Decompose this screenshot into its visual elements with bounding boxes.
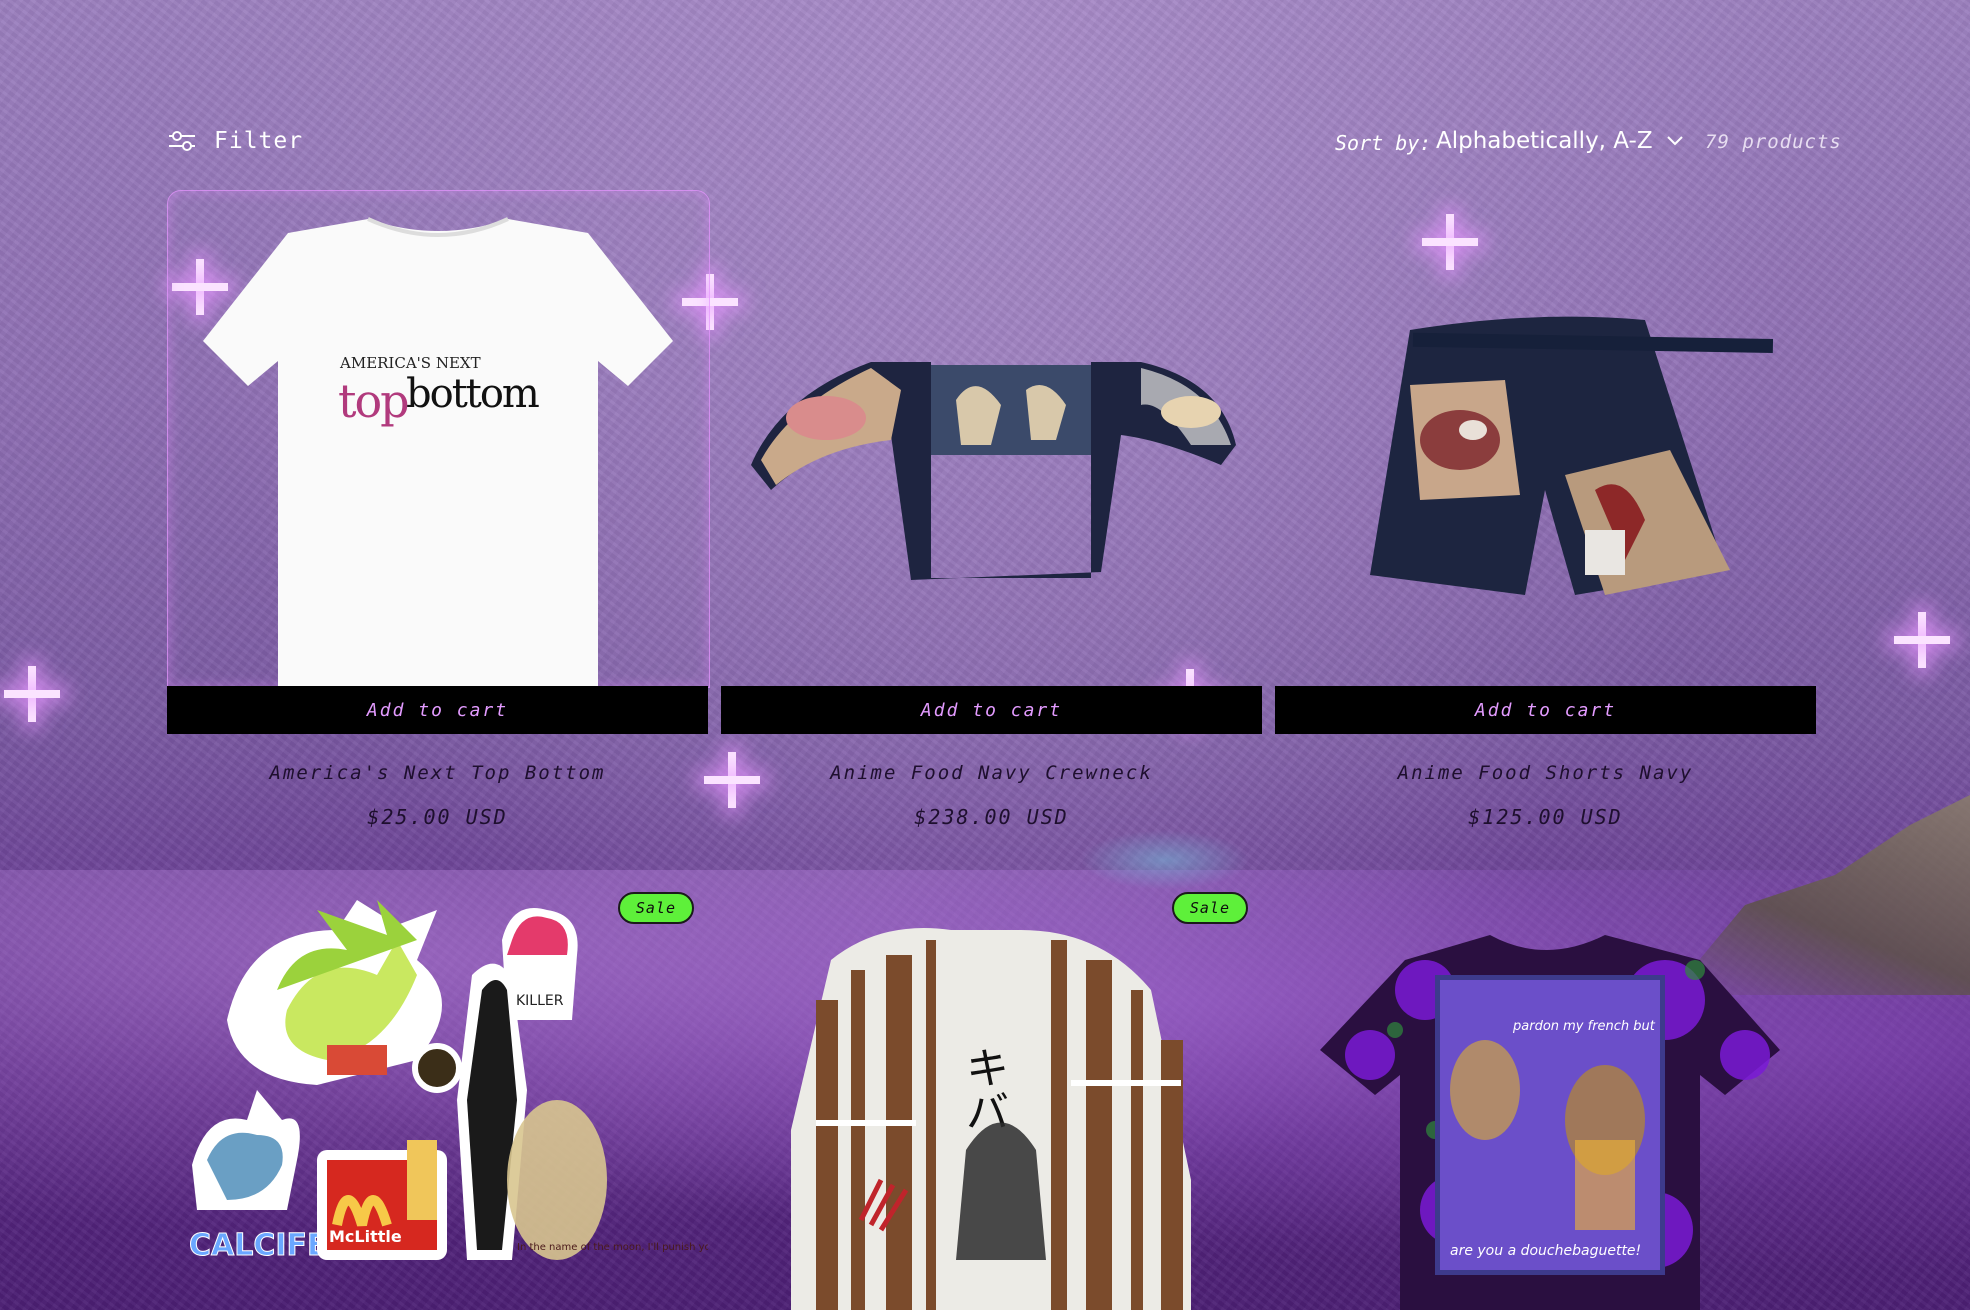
sparkle-icon — [1890, 608, 1954, 672]
product-count: 79 products — [1705, 131, 1842, 153]
product-title[interactable]: Anime Food Navy Crewneck — [721, 762, 1262, 784]
add-to-cart-button[interactable]: Add to cart — [1275, 686, 1816, 734]
filter-button[interactable]: Filter — [168, 128, 303, 154]
shirt-text-black: bottom — [406, 371, 539, 417]
shirt-text: pardon my french but — [1512, 1019, 1656, 1034]
sticker-text: KILLER — [516, 993, 564, 1009]
chevron-down-icon — [1666, 136, 1683, 146]
sort-value: Alphabetically, A-Z — [1436, 128, 1653, 154]
product-card[interactable]: キバ Sale — [721, 880, 1262, 1310]
product-image[interactable] — [721, 190, 1262, 686]
product-card[interactable]: pardon my french but are you a douchebag… — [1275, 880, 1816, 1310]
product-card[interactable]: KILLER CALCIFER McLittle In the name of … — [167, 880, 708, 1310]
striped-shirt-image: キバ — [791, 928, 1191, 1310]
shirt-glyphs: キバ — [958, 1045, 1009, 1133]
add-to-cart-button[interactable]: Add to cart — [167, 686, 708, 734]
collection-toolbar: Filter Sort by: Alphabetically, A-Z 79 p… — [0, 0, 1970, 190]
product-price: $25.00 USD — [367, 805, 508, 829]
product-price: $125.00 USD — [1468, 805, 1623, 829]
sort-dropdown[interactable]: Alphabetically, A-Z — [1436, 128, 1683, 154]
add-to-cart-button[interactable]: Add to cart — [721, 686, 1262, 734]
shirt-text-small: AMERICA'S NEXT — [339, 354, 481, 372]
crewneck-image — [751, 362, 1236, 580]
graphic-tee-image: pardon my french but are you a douchebag… — [1320, 935, 1780, 1310]
filter-sliders-icon — [169, 131, 195, 151]
sparkle-icon — [0, 662, 64, 726]
sale-badge: Sale — [617, 892, 694, 924]
sticker-text: In the name of the moon, I'll punish you… — [517, 1242, 708, 1253]
sticker-pack-image: KILLER CALCIFER McLittle In the name of … — [189, 900, 708, 1264]
shorts-image — [1370, 316, 1774, 595]
product-card[interactable]: AMERICA'S NEXT top bottom Add to cart Am… — [167, 190, 710, 829]
shirt-text-pink: top — [338, 374, 408, 428]
product-title[interactable]: Anime Food Shorts Navy — [1275, 762, 1816, 784]
product-card[interactable]: Add to cart Anime Food Navy Crewneck $23… — [721, 190, 1262, 829]
product-title[interactable]: America's Next Top Bottom — [167, 762, 708, 784]
product-image[interactable]: AMERICA'S NEXT top bottom — [167, 190, 710, 688]
filter-label: Filter — [214, 128, 304, 154]
sticker-text: McLittle — [329, 1227, 402, 1246]
sort-label: Sort by: — [1335, 131, 1432, 155]
sale-badge: Sale — [1171, 892, 1248, 924]
product-price: $238.00 USD — [914, 805, 1069, 829]
product-image[interactable] — [1275, 190, 1816, 686]
shirt-text: are you a douchebaguette! — [1450, 1243, 1641, 1259]
product-card[interactable]: Add to cart Anime Food Shorts Navy $125.… — [1275, 190, 1816, 829]
tshirt-image: AMERICA'S NEXT top bottom — [203, 217, 673, 687]
